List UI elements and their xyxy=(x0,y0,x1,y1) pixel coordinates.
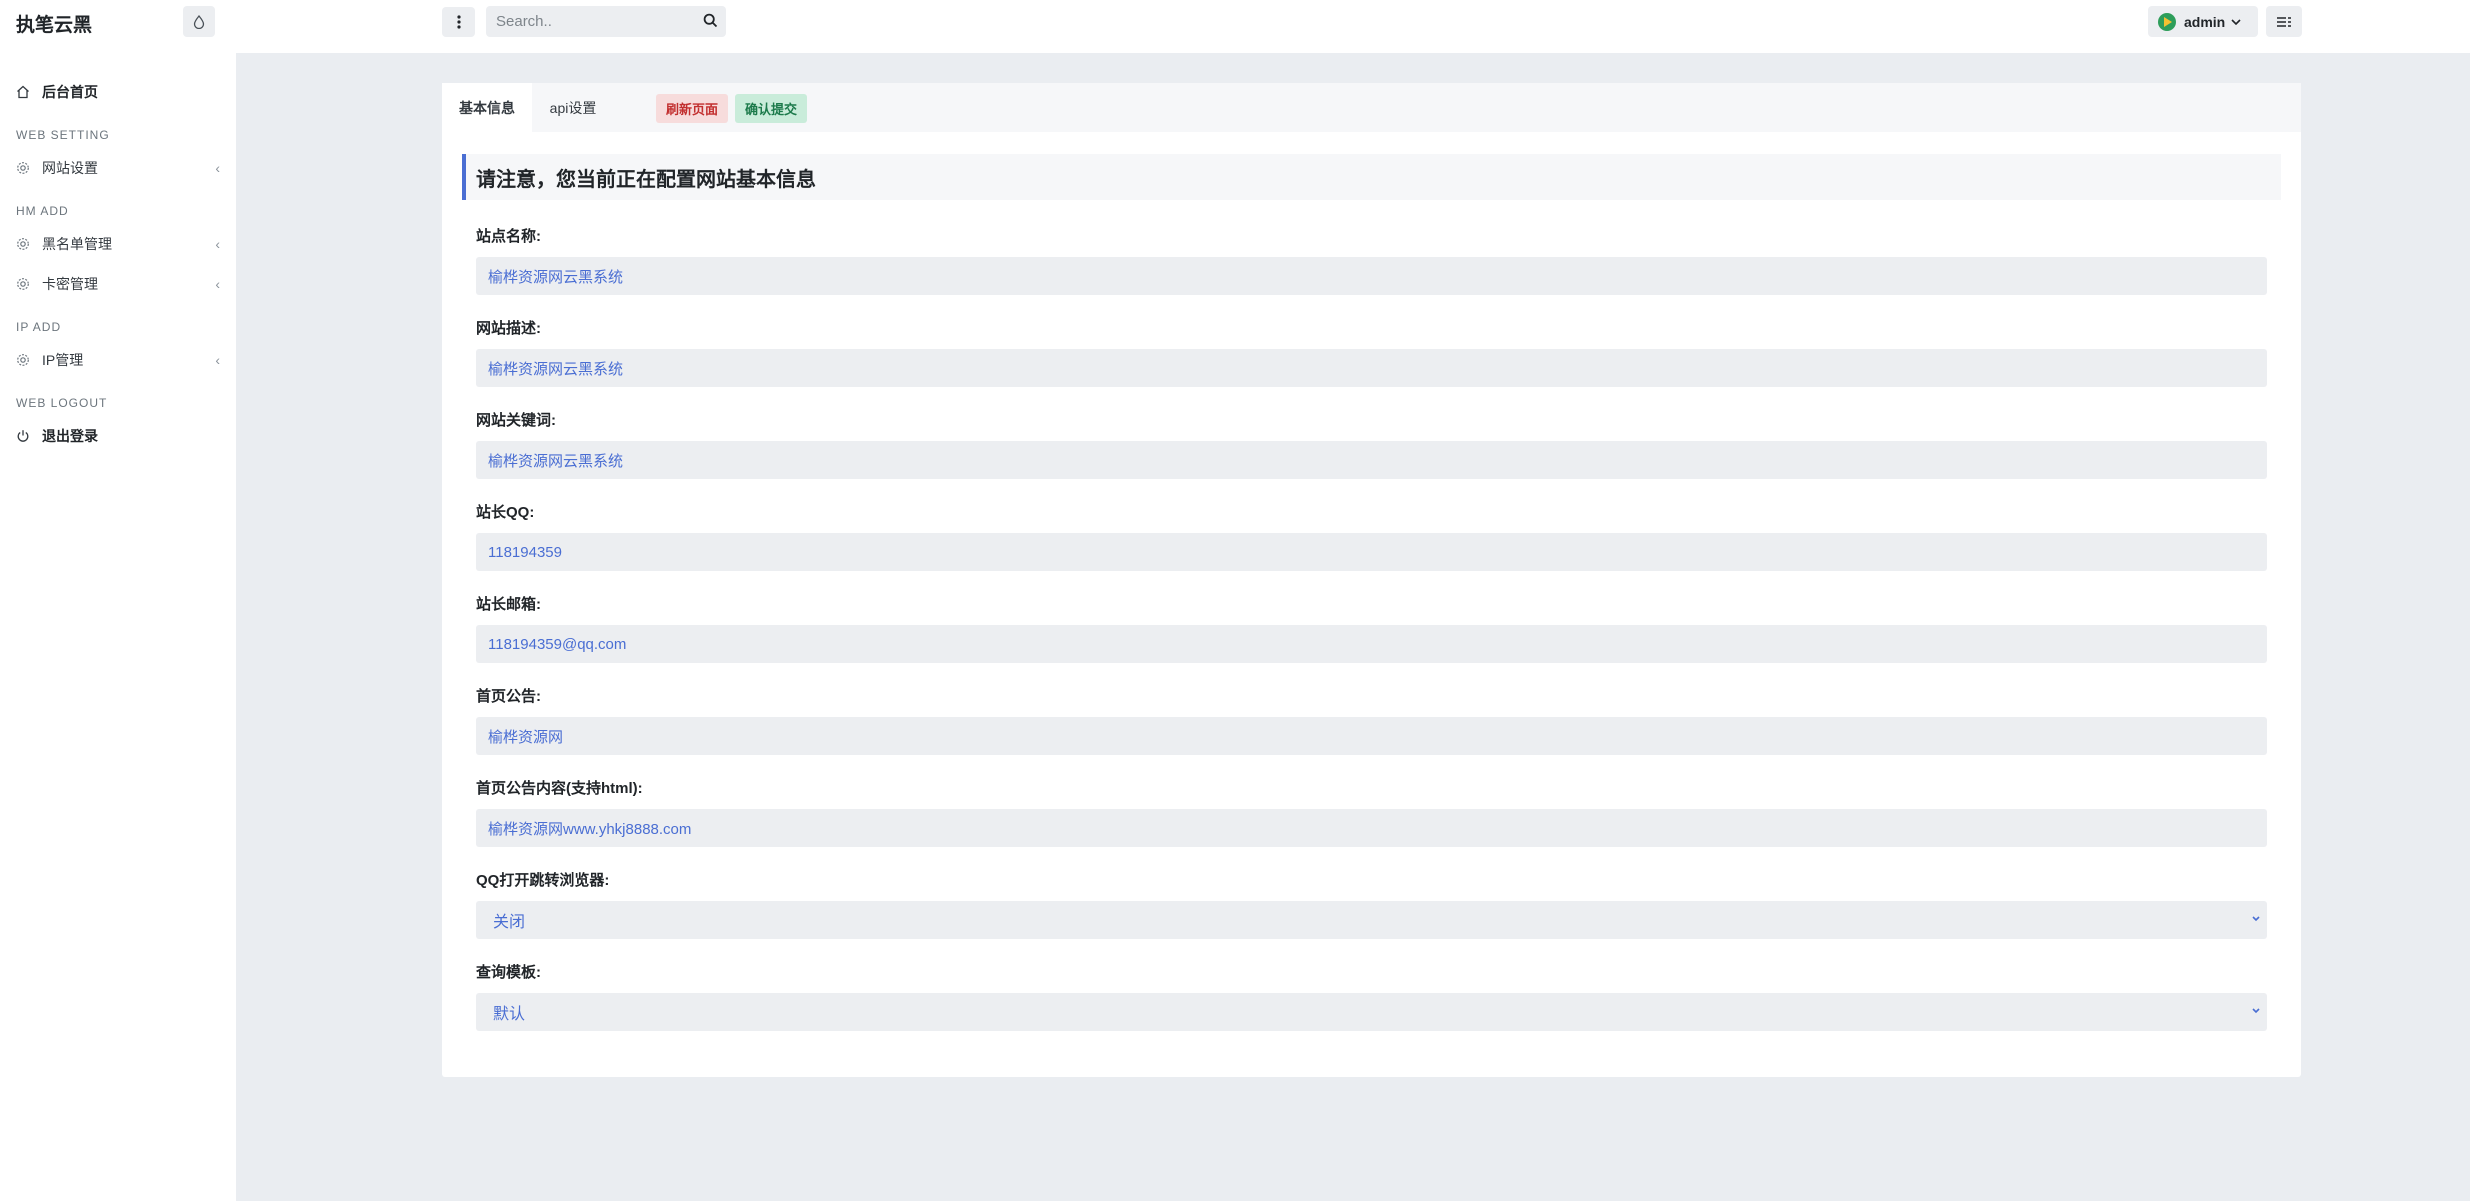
sidebar-item-blacklist[interactable]: 黑名单管理 ‹ xyxy=(0,224,236,264)
site-name-input[interactable]: 榆桦资源网云黑系统 xyxy=(476,257,2267,295)
nav-heading-web-logout: WEB LOGOUT xyxy=(16,396,108,410)
chevron-left-icon: ‹ xyxy=(215,276,220,292)
confirm-submit-button[interactable]: 确认提交 xyxy=(735,94,807,123)
sidebar-item-label: 网站设置 xyxy=(42,160,98,176)
site-keywords-field: 网站关键词: 榆桦资源网云黑系统 xyxy=(476,409,2267,479)
search-icon[interactable] xyxy=(703,13,718,33)
admin-qq-input[interactable]: 118194359 xyxy=(476,533,2267,571)
admin-email-field: 站长邮箱: 118194359@qq.com xyxy=(476,593,2267,663)
vertical-dots-icon xyxy=(456,15,461,29)
query-template-field: 查询模板: 默认 xyxy=(476,961,2267,1031)
site-description-input[interactable]: 榆桦资源网云黑系统 xyxy=(476,349,2267,387)
brand-logo[interactable]: 执笔云黑 xyxy=(16,10,92,37)
homepage-notice-field: 首页公告: 榆桦资源网 xyxy=(476,685,2267,755)
sidebar-item-ip-management[interactable]: IP管理 ‹ xyxy=(0,340,236,380)
chevron-down-icon xyxy=(2252,916,2260,922)
topbar: admin xyxy=(236,0,2470,53)
sidebar-item-card-keys[interactable]: 卡密管理 ‹ xyxy=(0,264,236,304)
sidebar-item-label: IP管理 xyxy=(42,352,84,368)
homepage-notice-input[interactable]: 榆桦资源网 xyxy=(476,717,2267,755)
field-label: 网站描述: xyxy=(476,320,541,337)
main-content: 基本信息 api设置 刷新页面 确认提交 请注意，您当前正在配置网站基本信息 站… xyxy=(236,53,2470,1201)
sidebar-item-label: 后台首页 xyxy=(42,84,98,100)
site-description-field: 网站描述: 榆桦资源网云黑系统 xyxy=(476,317,2267,387)
field-label: QQ打开跳转浏览器: xyxy=(476,872,610,889)
qq-browser-redirect-field: QQ打开跳转浏览器: 关闭 xyxy=(476,869,2267,939)
chevron-left-icon: ‹ xyxy=(215,236,220,252)
query-template-select[interactable]: 默认 xyxy=(476,993,2267,1031)
field-label: 站点名称: xyxy=(476,228,541,245)
notice-block: 请注意，您当前正在配置网站基本信息 xyxy=(462,154,2281,200)
admin-email-input[interactable]: 118194359@qq.com xyxy=(476,625,2267,663)
field-label: 站长QQ: xyxy=(476,504,535,521)
chevron-down-icon xyxy=(2252,1008,2260,1014)
search-input[interactable] xyxy=(494,12,688,31)
field-label: 站长邮箱: xyxy=(476,596,541,613)
gear-icon xyxy=(16,161,30,175)
gear-icon xyxy=(16,353,30,367)
field-label: 网站关键词: xyxy=(476,412,556,429)
sidebar-item-home[interactable]: 后台首页 xyxy=(0,72,236,112)
nav-heading-ip-add: IP ADD xyxy=(16,320,62,334)
settings-card: 基本信息 api设置 刷新页面 确认提交 请注意，您当前正在配置网站基本信息 站… xyxy=(442,83,2301,1077)
more-options-button[interactable] xyxy=(442,7,475,37)
field-label: 首页公告内容(支持html): xyxy=(476,780,643,797)
refresh-page-button[interactable]: 刷新页面 xyxy=(656,94,728,123)
field-label: 查询模板: xyxy=(476,964,541,981)
select-value: 关闭 xyxy=(493,914,526,931)
qq-browser-redirect-select[interactable]: 关闭 xyxy=(476,901,2267,939)
sidebar-item-label: 黑名单管理 xyxy=(42,236,112,252)
droplet-icon xyxy=(193,14,205,29)
side-overlay-toggle-button[interactable] xyxy=(2266,6,2302,37)
homepage-notice-content-field: 首页公告内容(支持html): 榆桦资源网www.yhkj8888.com xyxy=(476,777,2267,847)
sidebar-item-label: 退出登录 xyxy=(42,428,98,444)
nav-heading-hm-add: HM ADD xyxy=(16,204,69,218)
search-box xyxy=(486,6,726,37)
tab-basic-info[interactable]: 基本信息 xyxy=(442,83,532,132)
gear-icon xyxy=(16,277,30,291)
gear-icon xyxy=(16,237,30,251)
admin-qq-field: 站长QQ: 118194359 xyxy=(476,501,2267,571)
chevron-down-icon xyxy=(2231,18,2241,25)
select-value: 默认 xyxy=(493,1006,526,1023)
site-name-field: 站点名称: 榆桦资源网云黑系统 xyxy=(476,225,2267,295)
avatar xyxy=(2158,12,2176,31)
tab-api-settings[interactable]: api设置 xyxy=(532,83,614,132)
card-header: 基本信息 api设置 刷新页面 确认提交 xyxy=(442,83,2301,132)
user-menu-button[interactable]: admin xyxy=(2148,6,2258,37)
field-label: 首页公告: xyxy=(476,688,541,705)
chevron-left-icon: ‹ xyxy=(215,352,220,368)
sidebar-item-logout[interactable]: 退出登录 xyxy=(0,416,236,456)
sidebar: 执笔云黑 后台首页 WEB SETTING 网站设置 ‹ HM ADD 黑名单管… xyxy=(0,0,236,1201)
site-keywords-input[interactable]: 榆桦资源网云黑系统 xyxy=(476,441,2267,479)
power-icon xyxy=(16,429,30,443)
sidebar-nav: 后台首页 WEB SETTING 网站设置 ‹ HM ADD 黑名单管理 ‹ 卡… xyxy=(0,72,236,456)
home-icon xyxy=(16,85,30,99)
nav-heading-web-setting: WEB SETTING xyxy=(16,128,110,142)
homepage-notice-content-input[interactable]: 榆桦资源网www.yhkj8888.com xyxy=(476,809,2267,847)
user-name: admin xyxy=(2184,13,2226,30)
list-icon xyxy=(2277,16,2291,27)
sidebar-item-site-settings[interactable]: 网站设置 ‹ xyxy=(0,148,236,188)
theme-toggle-button[interactable] xyxy=(183,6,215,37)
sidebar-item-label: 卡密管理 xyxy=(42,276,98,292)
chevron-left-icon: ‹ xyxy=(215,160,220,176)
